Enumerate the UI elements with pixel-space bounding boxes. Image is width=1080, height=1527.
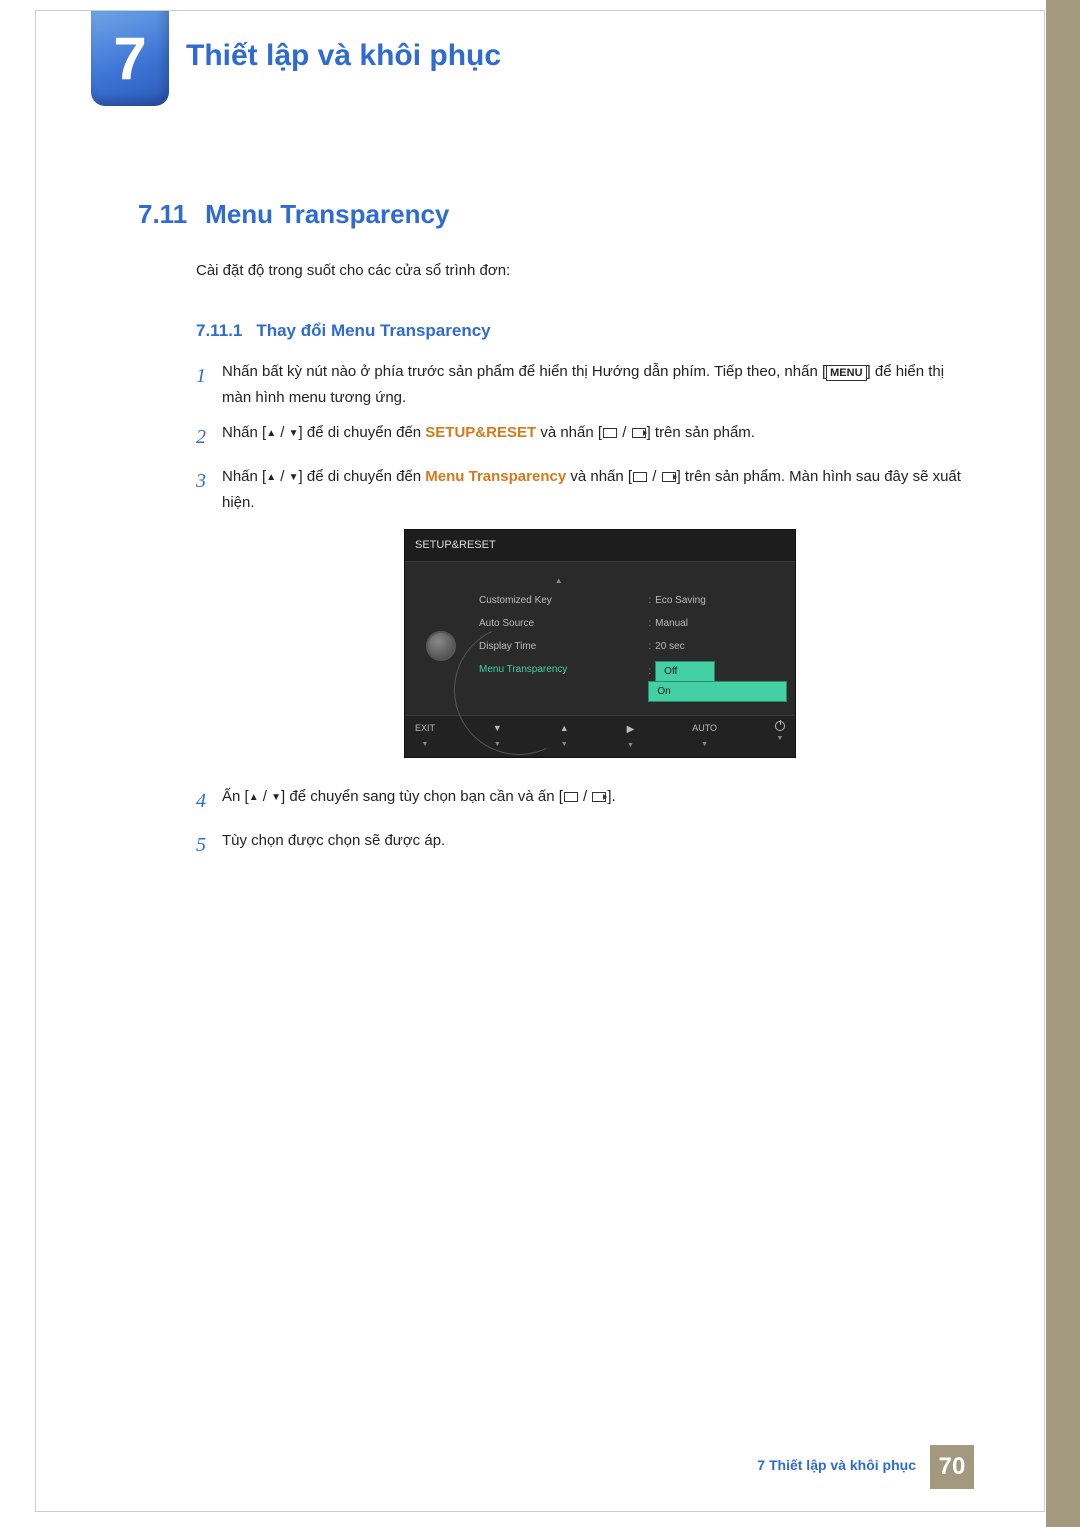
osd-down-icon: ▼▼ bbox=[493, 721, 502, 752]
osd-title: SETUP&RESET bbox=[405, 530, 795, 562]
intro-text: Cài đặt độ trong suốt cho các cửa sổ trì… bbox=[196, 262, 964, 279]
setup-reset-keyword: SETUP&RESET bbox=[425, 424, 536, 441]
page: 7 Thiết lập và khôi phục 7.11 Menu Transp… bbox=[35, 10, 1045, 1512]
step-3: 3 Nhấn [▲ / ▼] để di chuyển đến Menu Tra… bbox=[196, 464, 964, 774]
right-stripe bbox=[1046, 0, 1080, 1527]
subsection-title: Thay đổi Menu Transparency bbox=[256, 321, 490, 340]
page-footer: 7 Thiết lập và khôi phục 70 bbox=[757, 1445, 974, 1489]
triangle-down-icon: ▼ bbox=[289, 425, 299, 442]
rect-icon bbox=[603, 428, 617, 438]
footer-page-number: 70 bbox=[930, 1445, 974, 1489]
triangle-down-icon: ▼ bbox=[289, 469, 299, 486]
osd-panel: SETUP&RESET ▲ Customized Key Auto Source bbox=[404, 529, 796, 758]
menu-key-label: MENU bbox=[826, 365, 866, 381]
chapter-number: 7 bbox=[113, 24, 146, 93]
subsection-number: 7.11.1 bbox=[196, 321, 242, 340]
rect-icon bbox=[564, 792, 578, 802]
osd-row-value: Eco Saving bbox=[655, 595, 706, 606]
step-number: 3 bbox=[196, 464, 222, 498]
step-4: 4 Ấn [▲ / ▼] để chuyển sang tùy chọn bạn… bbox=[196, 784, 964, 818]
osd-left bbox=[413, 568, 469, 706]
caret-up-icon: ▲ bbox=[479, 572, 638, 590]
rect-arrow-icon bbox=[632, 428, 646, 438]
triangle-down-icon: ▼ bbox=[271, 789, 281, 806]
osd-row-label: Display Time bbox=[479, 635, 638, 658]
triangle-up-icon: ▲ bbox=[249, 789, 259, 806]
step-body: Nhấn [▲ / ▼] để di chuyển đến Menu Trans… bbox=[222, 464, 964, 774]
menu-transparency-keyword: Menu Transparency bbox=[425, 468, 566, 485]
osd-row-label: Auto Source bbox=[479, 612, 638, 635]
step-body: Nhấn [▲ / ▼] để di chuyển đến SETUP&RESE… bbox=[222, 420, 755, 446]
osd-up-icon: ▲▼ bbox=[560, 721, 569, 752]
rect-icon bbox=[633, 472, 647, 482]
step-number: 4 bbox=[196, 784, 222, 818]
section-number: 7.11 bbox=[138, 199, 187, 229]
gear-icon bbox=[426, 631, 456, 661]
triangle-up-icon: ▲ bbox=[266, 469, 276, 486]
osd-option-off: Off bbox=[655, 661, 715, 682]
osd-row-label: Customized Key bbox=[479, 589, 638, 612]
step-5: 5 Tùy chọn được chọn sẽ được áp. bbox=[196, 828, 964, 862]
step-number: 5 bbox=[196, 828, 222, 862]
rect-arrow-icon bbox=[662, 472, 676, 482]
osd-row-value: Manual bbox=[655, 618, 688, 629]
triangle-up-icon: ▲ bbox=[266, 425, 276, 442]
osd-body: ▲ Customized Key Auto Source Display Tim… bbox=[405, 562, 795, 716]
step-2: 2 Nhấn [▲ / ▼] để di chuyển đến SETUP&RE… bbox=[196, 420, 964, 454]
step-body: Tùy chọn được chọn sẽ được áp. bbox=[222, 828, 445, 854]
section-title: Menu Transparency bbox=[205, 199, 449, 229]
chapter-number-tab: 7 bbox=[91, 11, 169, 106]
osd-option-on: On bbox=[648, 681, 787, 702]
step-body: Nhấn bất kỳ nút nào ở phía trước sản phẩ… bbox=[222, 359, 964, 410]
osd-footer: EXIT▼ ▼▼ ▲▼ ▶▼ AUTO▼ ▼ bbox=[405, 715, 795, 757]
rect-arrow-icon bbox=[592, 792, 606, 802]
section-heading: 7.11 Menu Transparency bbox=[138, 199, 449, 230]
osd-exit-label: EXIT▼ bbox=[415, 721, 435, 752]
osd-row-value: 20 sec bbox=[655, 641, 684, 652]
osd-row-label-active: Menu Transparency bbox=[479, 658, 638, 681]
step-body: Ấn [▲ / ▼] để chuyển sang tùy chọn bạn c… bbox=[222, 784, 616, 810]
osd-auto-label: AUTO▼ bbox=[692, 721, 717, 752]
subsection-heading: 7.11.1 Thay đổi Menu Transparency bbox=[196, 321, 491, 341]
steps-list: 1 Nhấn bất kỳ nút nào ở phía trước sản p… bbox=[196, 359, 964, 872]
step-number: 1 bbox=[196, 359, 222, 393]
osd-right-icon: ▶▼ bbox=[627, 721, 635, 752]
step-1: 1 Nhấn bất kỳ nút nào ở phía trước sản p… bbox=[196, 359, 964, 410]
osd-power-icon: ▼ bbox=[775, 721, 785, 752]
footer-chapter-label: 7 Thiết lập và khôi phục bbox=[757, 1445, 930, 1489]
chapter-title: Thiết lập và khôi phục bbox=[186, 39, 501, 73]
step-number: 2 bbox=[196, 420, 222, 454]
